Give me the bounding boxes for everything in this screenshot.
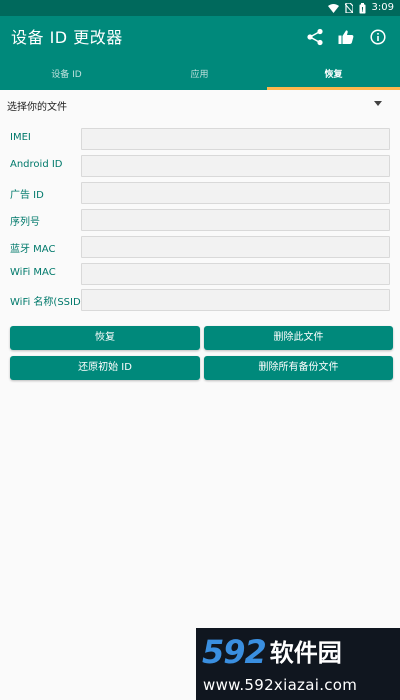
tab-device-id[interactable]: 设备 ID <box>0 60 133 90</box>
android-id-field[interactable] <box>81 155 390 177</box>
watermark: 592 软件园 www.592xiazai.com <box>196 628 400 700</box>
wifi-ssid-field[interactable] <box>81 289 390 311</box>
field-row-bluetooth-mac: 蓝牙 MAC <box>0 236 400 258</box>
tab-apps[interactable]: 应用 <box>133 60 266 90</box>
delete-file-button[interactable]: 删除此文件 <box>204 326 393 350</box>
app-title: 设备 ID 更改器 <box>11 28 123 47</box>
wifi-mac-field[interactable] <box>81 263 390 285</box>
field-label: WiFi MAC <box>10 267 56 278</box>
tab-indicator <box>267 87 400 90</box>
imei-field[interactable] <box>81 128 390 150</box>
svg-text:!: ! <box>361 6 364 13</box>
field-label: 广告 ID <box>10 190 44 201</box>
wifi-icon <box>327 3 339 13</box>
watermark-name: 软件园 <box>269 639 342 667</box>
status-icons: ! 3:09 <box>327 1 394 15</box>
watermark-logo: 592 软件园 <box>202 632 342 672</box>
field-label: 蓝牙 MAC <box>10 244 56 255</box>
field-label: IMEI <box>10 132 31 143</box>
file-select-label: 选择你的文件 <box>7 102 67 113</box>
tab-bar: 设备 ID 应用 恢复 <box>0 60 400 90</box>
no-sim-icon <box>344 3 353 13</box>
watermark-number: 592 <box>202 633 267 671</box>
delete-all-backups-button[interactable]: 删除所有备份文件 <box>204 356 393 380</box>
tab-restore[interactable]: 恢复 <box>267 60 400 90</box>
field-row-imei: IMEI <box>0 128 400 150</box>
field-row-wifi-ssid: WiFi 名称(SSID) <box>0 289 400 311</box>
field-label: WiFi 名称(SSID) <box>10 297 85 308</box>
field-row-wifi-mac: WiFi MAC <box>0 263 400 285</box>
ad-id-field[interactable] <box>81 182 390 204</box>
status-time: 3:09 <box>371 2 394 13</box>
file-select-dropdown[interactable]: 选择你的文件 <box>0 92 400 118</box>
info-icon[interactable] <box>367 26 389 48</box>
dropdown-arrow-icon <box>374 101 382 106</box>
bluetooth-mac-field[interactable] <box>81 236 390 258</box>
status-bar: ! 3:09 <box>0 0 400 16</box>
watermark-url: www.592xiazai.com <box>203 676 358 694</box>
app-bar: 设备 ID 更改器 <box>0 16 400 60</box>
field-row-ad-id: 广告 ID <box>0 182 400 204</box>
reset-id-button[interactable]: 还原初始 ID <box>10 356 200 380</box>
field-label: 序列号 <box>10 217 40 228</box>
battery-icon: ! <box>359 2 366 14</box>
share-icon[interactable] <box>304 26 326 48</box>
restore-button[interactable]: 恢复 <box>10 326 200 350</box>
field-label: Android ID <box>10 159 63 170</box>
thumbs-up-icon[interactable] <box>335 26 357 48</box>
field-row-serial: 序列号 <box>0 209 400 231</box>
field-row-android-id: Android ID <box>0 155 400 177</box>
serial-number-field[interactable] <box>81 209 390 231</box>
